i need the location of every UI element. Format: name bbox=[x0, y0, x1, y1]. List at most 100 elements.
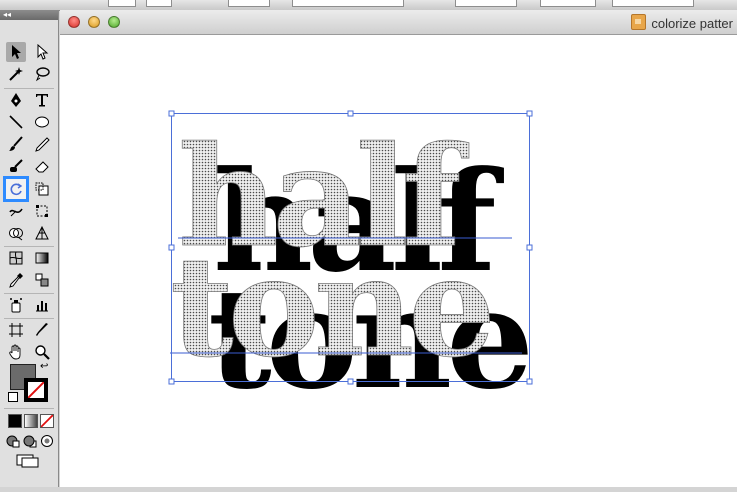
screen-mode-button[interactable] bbox=[16, 454, 40, 468]
bbox-handle-left[interactable] bbox=[168, 244, 175, 251]
paintbrush-tool[interactable] bbox=[6, 134, 26, 154]
spray-can-icon bbox=[10, 298, 22, 313]
shape-builder-tool[interactable] bbox=[6, 223, 26, 243]
mesh-tool[interactable] bbox=[6, 248, 26, 268]
pen-nib-icon bbox=[11, 93, 21, 107]
halftone-artwork[interactable]: half tone half tone bbox=[60, 35, 737, 487]
bbox-handle-top[interactable] bbox=[347, 110, 354, 117]
selection-tool[interactable] bbox=[6, 42, 26, 62]
magic-wand-tool[interactable] bbox=[6, 64, 26, 84]
scale-icon bbox=[35, 182, 49, 196]
eraser-icon bbox=[35, 161, 49, 173]
pen-tool[interactable] bbox=[6, 90, 26, 110]
hand-tool[interactable] bbox=[6, 342, 26, 362]
control-bar-stroke-swatch[interactable] bbox=[146, 0, 172, 7]
direct-selection-arrow-icon bbox=[37, 44, 49, 60]
illustrator-document-icon bbox=[631, 14, 647, 30]
direct-selection-tool[interactable] bbox=[32, 42, 52, 62]
perspective-grid-tool[interactable] bbox=[32, 223, 52, 243]
bbox-handle-right[interactable] bbox=[526, 244, 533, 251]
document-title-bar[interactable]: colorize patter bbox=[60, 10, 737, 35]
bbox-handle-bottom-right[interactable] bbox=[526, 378, 533, 385]
document-window: colorize patter half tone half tone bbox=[60, 10, 737, 487]
artboard-tool[interactable] bbox=[6, 320, 26, 340]
symbol-sprayer-tool[interactable] bbox=[6, 295, 26, 315]
document-title: colorize patter bbox=[631, 14, 733, 31]
magic-wand-icon bbox=[9, 67, 23, 81]
column-graph-tool[interactable] bbox=[32, 295, 52, 315]
collapse-icon[interactable]: ◂◂ bbox=[3, 10, 11, 19]
gradient-tool[interactable] bbox=[32, 248, 52, 268]
line-segment-tool[interactable] bbox=[6, 112, 26, 132]
control-bar-field[interactable] bbox=[228, 0, 270, 7]
ellipse-tool[interactable] bbox=[32, 112, 52, 132]
free-transform-tool[interactable] bbox=[32, 201, 52, 221]
free-transform-icon bbox=[36, 205, 48, 217]
control-bar-opacity-field[interactable] bbox=[455, 0, 517, 7]
slice-knife-icon bbox=[36, 323, 48, 336]
lasso-icon bbox=[35, 67, 50, 82]
none-slash-icon bbox=[41, 415, 53, 427]
selection-arrow-icon bbox=[12, 45, 21, 59]
eraser-tool[interactable] bbox=[32, 156, 52, 176]
magnifier-icon bbox=[35, 345, 50, 360]
draw-inside-button[interactable] bbox=[40, 434, 54, 448]
mesh-icon bbox=[9, 251, 23, 265]
color-mode-button[interactable] bbox=[8, 414, 22, 428]
pencil-tool[interactable] bbox=[32, 134, 52, 154]
bbox-handle-top-right[interactable] bbox=[526, 110, 533, 117]
draw-behind-button[interactable] bbox=[23, 434, 37, 448]
pencil-icon bbox=[35, 137, 50, 152]
swap-fill-stroke-icon[interactable]: ↩ bbox=[40, 362, 48, 372]
warp-tool[interactable] bbox=[6, 201, 26, 221]
bbox-handle-top-left[interactable] bbox=[168, 110, 175, 117]
none-slash-icon bbox=[28, 382, 44, 398]
ellipse-icon bbox=[35, 116, 49, 128]
bbox-handle-bottom-left[interactable] bbox=[168, 378, 175, 385]
none-mode-button[interactable] bbox=[40, 414, 54, 428]
draw-normal-icon bbox=[6, 435, 20, 448]
shape-builder-icon bbox=[9, 228, 23, 241]
artboard-icon bbox=[9, 323, 23, 337]
control-bar-swatch[interactable] bbox=[108, 0, 136, 7]
blend-icon bbox=[35, 273, 49, 287]
control-bar-style-field[interactable] bbox=[292, 0, 404, 7]
screen-mode-icon bbox=[16, 454, 39, 468]
tools-panel: ◂◂ ↩ bbox=[0, 10, 59, 487]
lasso-tool[interactable] bbox=[32, 64, 52, 84]
control-bar-align-field[interactable] bbox=[540, 0, 596, 7]
draw-behind-icon bbox=[23, 435, 37, 448]
bar-graph-icon bbox=[36, 301, 48, 312]
gradient-mode-button[interactable] bbox=[24, 414, 38, 428]
line-icon bbox=[9, 115, 23, 129]
rotate-arrow-icon bbox=[10, 183, 23, 196]
paintbrush-icon bbox=[9, 136, 23, 151]
stroke-swatch[interactable] bbox=[24, 378, 48, 402]
type-tool[interactable] bbox=[32, 90, 52, 110]
close-window-button[interactable] bbox=[68, 16, 80, 28]
eyedropper-icon bbox=[9, 273, 23, 288]
zoom-tool[interactable] bbox=[32, 342, 52, 362]
scale-tool[interactable] bbox=[32, 179, 52, 199]
minimize-window-button[interactable] bbox=[88, 16, 100, 28]
perspective-grid-icon bbox=[35, 225, 49, 240]
slice-tool[interactable] bbox=[32, 320, 52, 340]
artwork-text-line2[interactable]: tone bbox=[170, 225, 497, 389]
blob-brush-tool[interactable] bbox=[6, 156, 26, 176]
recolor-artwork-tool[interactable] bbox=[3, 176, 29, 202]
type-t-icon bbox=[36, 94, 48, 107]
bbox-handle-bottom[interactable] bbox=[347, 378, 354, 385]
control-bar-transform-field[interactable] bbox=[612, 0, 694, 7]
draw-normal-button[interactable] bbox=[6, 434, 20, 448]
blob-brush-icon bbox=[10, 159, 23, 172]
warp-icon bbox=[9, 208, 23, 217]
zoom-window-button[interactable] bbox=[108, 16, 120, 28]
eyedropper-tool[interactable] bbox=[6, 270, 26, 290]
artboard-canvas[interactable]: half tone half tone bbox=[60, 35, 737, 487]
blend-tool[interactable] bbox=[32, 270, 52, 290]
draw-inside-icon bbox=[41, 435, 53, 447]
hand-icon bbox=[9, 344, 21, 360]
document-title-text: colorize patter bbox=[651, 16, 733, 31]
tools-panel-header[interactable]: ◂◂ bbox=[0, 10, 58, 20]
default-fill-stroke-icon[interactable] bbox=[8, 392, 18, 402]
